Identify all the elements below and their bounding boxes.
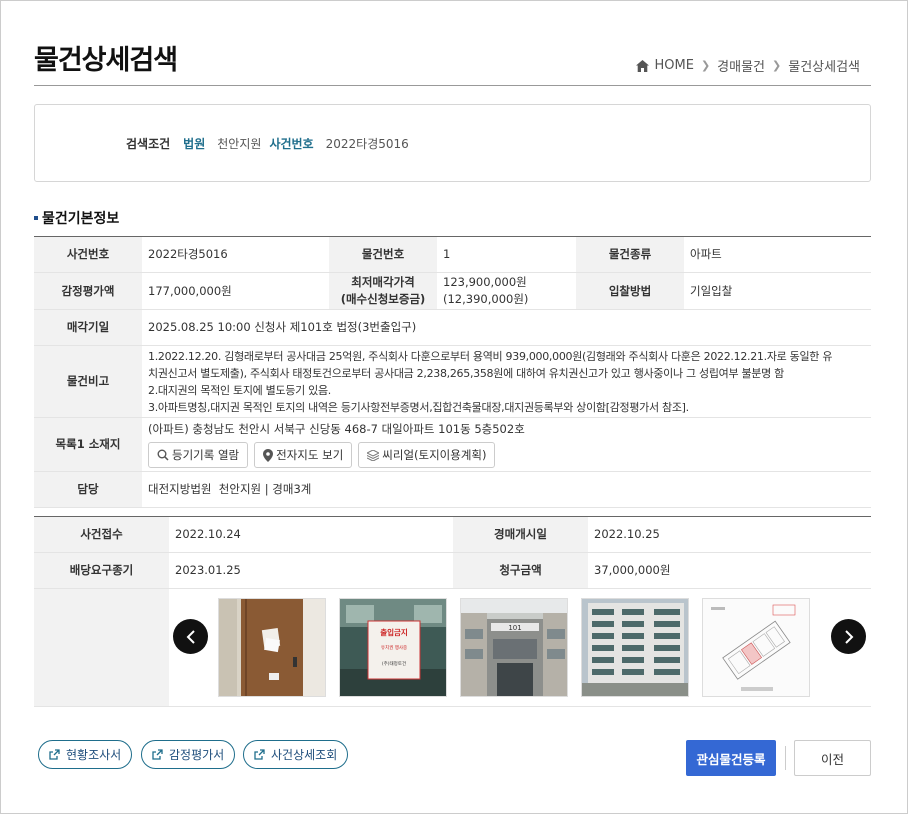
- photo-gallery: 출입금지 유치권 행사중 (주)태정토건 101: [169, 589, 871, 706]
- breadcrumb-home[interactable]: HOME: [655, 58, 694, 73]
- case-value: 2022타경5016: [325, 137, 409, 151]
- bid-method-value: 기일입찰: [684, 272, 871, 310]
- breadcrumb-auction-items[interactable]: 경매물건: [717, 56, 765, 75]
- bid-method-label: 입찰방법: [576, 272, 684, 310]
- schedule-table: 사건접수 2022.10.24 경매개시일 2022.10.25 배당요구종기 …: [34, 516, 871, 707]
- layers-icon: [367, 449, 380, 461]
- land-use-plan-button[interactable]: 씨리얼(토지이용계획): [358, 442, 496, 468]
- item-no-label: 물건번호: [329, 236, 437, 273]
- case-key: 사건번호: [269, 137, 314, 151]
- chevron-right-icon: [844, 629, 853, 644]
- table-row: 출입금지 유치권 행사중 (주)태정토건 101: [34, 588, 871, 707]
- appraisal-label: 감정평가액: [34, 272, 142, 310]
- case-detail-button[interactable]: 사건상세조회: [243, 740, 349, 769]
- dept-label: 담당: [34, 471, 142, 508]
- court-key: 법원: [183, 137, 206, 151]
- location-label: 목록1 소재지: [34, 417, 142, 472]
- page-title: 물건상세검색: [34, 45, 178, 76]
- deadline-label: 배당요구종기: [34, 552, 169, 589]
- court-value: 천안지원: [217, 137, 262, 151]
- external-link-icon: [152, 749, 163, 760]
- photo-thumbnail-sign[interactable]: 출입금지 유치권 행사중 (주)태정토건: [339, 598, 447, 697]
- status-report-button[interactable]: 현황조사서: [38, 740, 133, 769]
- item-no-value: 1: [437, 236, 576, 273]
- photo-thumbnail-door[interactable]: [218, 598, 326, 697]
- case-no-value: 2022타경5016: [142, 236, 329, 273]
- registry-view-button[interactable]: 등기기록 열람: [148, 442, 249, 468]
- table-row: 목록1 소재지 (아파트) 충청남도 천안시 서북구 신당동 468-7 대일아…: [34, 417, 871, 472]
- search-conditions-label: 검색조건: [126, 137, 171, 151]
- photo-thumbnail-floor-plan[interactable]: [702, 598, 810, 697]
- sale-date-label: 매각기일: [34, 309, 142, 346]
- deadline-value: 2023.01.25: [169, 552, 453, 589]
- search-conditions-box: 검색조건 법원 천안지원 사건번호 2022타경5016: [34, 104, 871, 182]
- remarks-value: 1.2022.12.20. 김형래로부터 공사대금 25억원, 주식회사 다훈으…: [142, 345, 871, 418]
- table-row: 감정평가액 177,000,000원 최저매각가격 (매수신청보증금) 123,…: [34, 272, 871, 310]
- location-cell: (아파트) 충청남도 천안시 서북구 신당동 468-7 대일아파트 101동 …: [142, 417, 871, 472]
- claim-label: 청구금액: [453, 552, 588, 589]
- breadcrumb-current: 물건상세검색: [788, 60, 860, 75]
- map-pin-icon: [263, 448, 274, 462]
- item-type-label: 물건종류: [576, 236, 684, 273]
- breadcrumb: HOME ❯ 경매물건 ❯ 물건상세검색: [635, 56, 860, 75]
- location-value: (아파트) 충청남도 천안시 서북구 신당동 468-7 대일아파트 101동 …: [148, 422, 525, 436]
- photo-thumbnail-building[interactable]: [581, 598, 689, 697]
- prev-button[interactable]: 이전: [794, 740, 871, 776]
- button-divider: [785, 746, 786, 770]
- external-link-icon: [254, 749, 265, 760]
- chevron-left-icon: [186, 629, 195, 644]
- appraisal-value: 177,000,000원: [142, 272, 329, 310]
- table-row: 담당 대전지방법원 천안지원 | 경매3계: [34, 471, 871, 508]
- table-row: 매각기일 2025.08.25 10:00 신청사 제101호 법정(3번출입구…: [34, 309, 871, 346]
- remarks-label: 물건비고: [34, 345, 142, 418]
- table-row: 배당요구종기 2023.01.25 청구금액 37,000,000원: [34, 552, 871, 589]
- photo-gallery-cell: 출입금지 유치권 행사중 (주)태정토건 101: [169, 588, 871, 707]
- chevron-right-icon: ❯: [772, 59, 782, 72]
- map-view-button[interactable]: 전자지도 보기: [254, 442, 353, 468]
- title-divider: [34, 85, 871, 86]
- claim-value: 37,000,000원: [588, 552, 871, 589]
- start-label: 경매개시일: [453, 516, 588, 553]
- dept-value: 대전지방법원 천안지원 | 경매3계: [142, 471, 871, 508]
- start-value: 2022.10.25: [588, 516, 871, 553]
- sale-date-value: 2025.08.25 10:00 신청사 제101호 법정(3번출입구): [142, 309, 871, 346]
- home-icon[interactable]: [635, 59, 649, 72]
- item-type-value: 아파트: [684, 236, 871, 273]
- gallery-next-button[interactable]: [831, 619, 866, 654]
- table-row: 사건접수 2022.10.24 경매개시일 2022.10.25: [34, 516, 871, 553]
- gallery-prev-button[interactable]: [173, 619, 208, 654]
- table-row: 사건번호 2022타경5016 물건번호 1 물건종류 아파트: [34, 236, 871, 273]
- svg-text:101: 101: [508, 624, 521, 632]
- basic-info-table: 사건번호 2022타경5016 물건번호 1 물건종류 아파트 감정평가액 17…: [34, 236, 871, 508]
- chevron-right-icon: ❯: [700, 59, 711, 72]
- svg-text:유치권 행사중: 유치권 행사중: [381, 644, 407, 651]
- receipt-value: 2022.10.24: [169, 516, 453, 553]
- register-interest-button[interactable]: 관심물건등록: [686, 740, 776, 776]
- external-link-icon: [49, 749, 60, 760]
- min-price-value: 123,900,000원 (12,390,000원): [437, 272, 576, 310]
- appraisal-report-button[interactable]: 감정평가서: [141, 740, 236, 769]
- svg-text:(주)태정토건: (주)태정토건: [382, 660, 406, 667]
- receipt-label: 사건접수: [34, 516, 169, 553]
- photo-thumbnail-entrance[interactable]: 101: [460, 598, 568, 697]
- svg-text:출입금지: 출입금지: [380, 627, 408, 637]
- search-icon: [157, 449, 169, 461]
- case-no-label: 사건번호: [34, 236, 142, 273]
- bullet-icon: [34, 216, 38, 220]
- table-row: 물건비고 1.2022.12.20. 김형래로부터 공사대금 25억원, 주식회…: [34, 345, 871, 418]
- section-title: 물건기본정보: [34, 208, 119, 228]
- min-price-label: 최저매각가격 (매수신청보증금): [329, 272, 437, 310]
